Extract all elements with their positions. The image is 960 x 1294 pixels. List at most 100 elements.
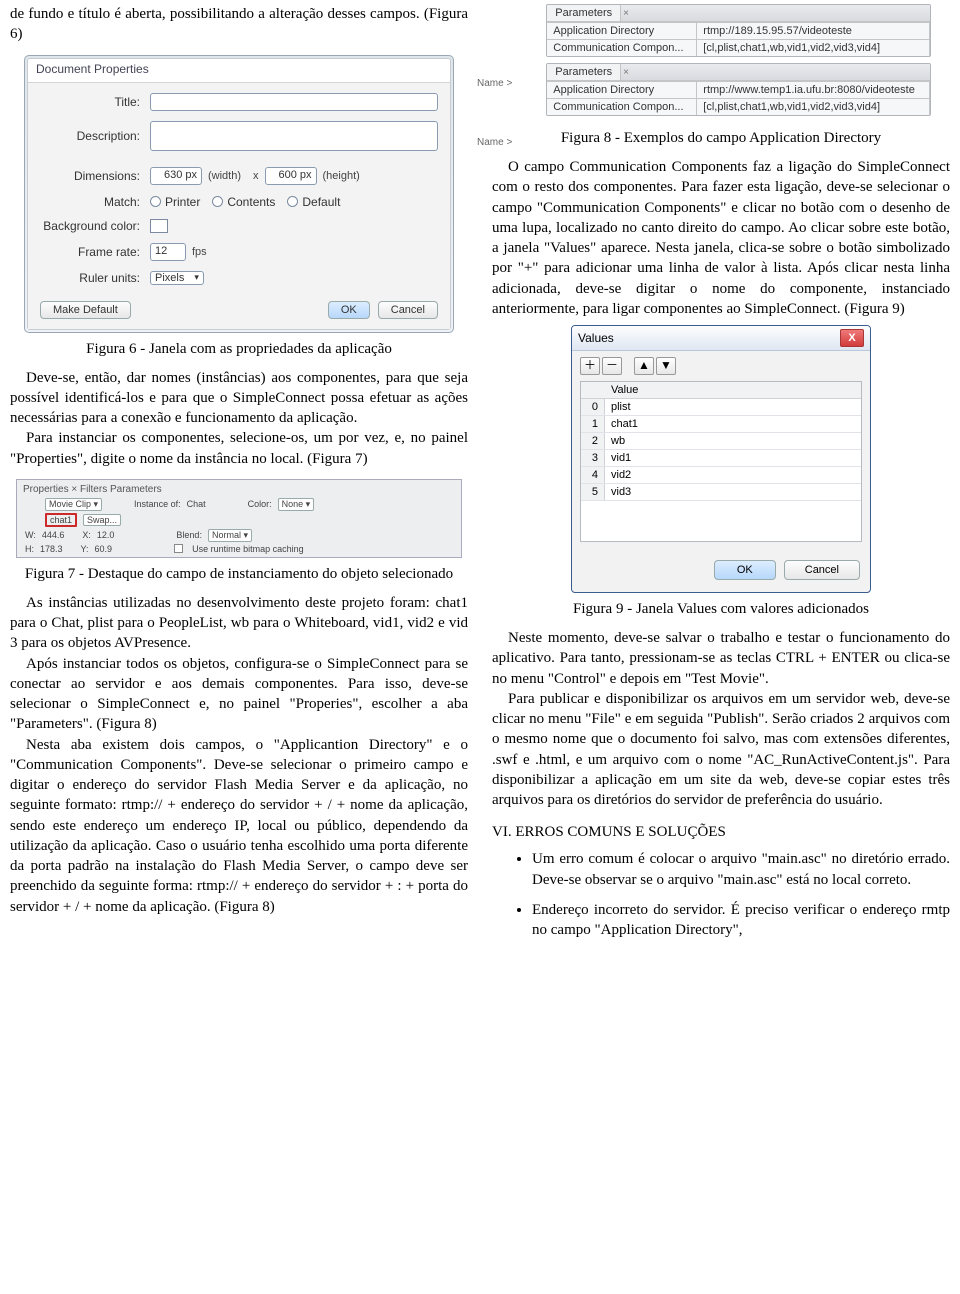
remove-button[interactable]: － [602, 357, 622, 375]
label-title: Title: [40, 95, 150, 109]
value-row: 2wb [581, 433, 861, 450]
fig7-tabs: Properties × Filters Parameters [19, 482, 459, 497]
h-label: H: [25, 544, 34, 554]
figure-8-caption: Figura 8 - Exemplos do campo Application… [492, 130, 950, 147]
value-cell[interactable]: vid3 [605, 484, 637, 500]
value-cell[interactable]: wb [605, 433, 631, 449]
value-cell[interactable]: plist [605, 399, 637, 415]
width-input[interactable]: 630 px [150, 167, 202, 185]
y-label: Y: [81, 544, 89, 554]
section-vi-title: VI. ERROS COMUNS E SOLUÇÕES [492, 824, 950, 841]
blend-combo[interactable]: Normal ▾ [208, 529, 252, 542]
close-icon[interactable]: × [623, 67, 629, 78]
value-cell[interactable]: vid1 [605, 450, 637, 466]
close-button[interactable]: X [840, 329, 864, 347]
ok-button[interactable]: OK [714, 560, 776, 580]
label-description: Description: [40, 129, 150, 143]
cache-checkbox[interactable] [174, 544, 183, 553]
instance-of-label: Instance of: [134, 499, 181, 509]
chevron-down-icon: ▾ [194, 272, 199, 283]
paragraph-appdir: Nesta aba existem dois campos, o "Applic… [10, 735, 468, 917]
label-framerate: Frame rate: [40, 245, 150, 259]
title-input[interactable] [150, 93, 438, 111]
value-row: 4vid2 [581, 467, 861, 484]
label-ruler: Ruler units: [40, 271, 150, 285]
paragraph-publish: Para publicar e disponibilizar os arquiv… [492, 689, 950, 811]
row-prefix-b: Name > [477, 137, 512, 148]
figure-8-parameters: Name > Parameters× Application Directory… [511, 4, 931, 122]
comm-value-b[interactable]: [cl,plist,chat1,wb,vid1,vid2,vid3,vid4] [697, 98, 930, 115]
figure-9-caption: Figura 9 - Janela Values com valores adi… [492, 601, 950, 618]
paragraph-components-b: Para instanciar os componentes, selecion… [10, 428, 468, 469]
x-label: X: [82, 530, 91, 540]
height-hint: (height) [323, 170, 360, 182]
close-icon[interactable]: × [623, 8, 629, 19]
bullet-endereco: Endereço incorreto do servidor. É precis… [532, 900, 950, 941]
blend-label: Blend: [176, 530, 202, 540]
description-input[interactable] [150, 121, 438, 151]
cache-label: Use runtime bitmap caching [192, 544, 304, 554]
paragraph-components-a: Deve-se, então, dar nomes (instâncias) a… [10, 368, 468, 429]
appdir-label-a: Application Directory [547, 22, 697, 39]
comm-label-b: Communication Compon... [547, 98, 697, 115]
dialog-title: Document Properties [28, 59, 450, 82]
ok-button[interactable]: OK [328, 301, 370, 319]
add-button[interactable]: ＋ [580, 357, 600, 375]
fps-label: fps [192, 246, 207, 258]
color-label: Color: [248, 499, 272, 509]
values-title: Values [578, 331, 614, 345]
paragraph-test-movie: Neste momento, deve-se salvar o trabalho… [492, 628, 950, 689]
cancel-button[interactable]: Cancel [784, 560, 860, 580]
y-value: 60.9 [95, 544, 113, 554]
radio-default[interactable]: Default [287, 195, 340, 209]
height-input[interactable]: 600 px [265, 167, 317, 185]
bullet-main-asc: Um erro comum é colocar o arquivo "main.… [532, 849, 950, 890]
label-match: Match: [40, 195, 150, 209]
framerate-input[interactable]: 12 [150, 243, 186, 261]
figure-6-caption: Figura 6 - Janela com as propriedades da… [10, 341, 468, 358]
value-cell[interactable]: vid2 [605, 467, 637, 483]
figure-7-caption: Figura 7 - Destaque do campo de instanci… [10, 566, 468, 583]
instance-name-input[interactable]: chat1 [45, 513, 77, 527]
value-row: 3vid1 [581, 450, 861, 467]
h-value: 178.3 [40, 544, 63, 554]
paragraph-comm-components: O campo Communication Components faz a l… [492, 157, 950, 319]
tab-parameters-a[interactable]: Parameters [547, 5, 621, 21]
tab-parameters-b[interactable]: Parameters [547, 64, 621, 80]
cancel-button[interactable]: Cancel [378, 301, 438, 319]
appdir-value-b[interactable]: rtmp://www.temp1.ia.ufu.br:8080/videotes… [697, 81, 930, 98]
paragraph-instances: As instâncias utilizadas no desenvolvime… [10, 593, 468, 654]
chat-label: Chat [187, 499, 206, 509]
figure-6-document-properties: Document Properties Title: Description: … [24, 55, 454, 333]
values-grid: Value 0plist 1chat1 2wb 3vid1 4vid2 5vid… [580, 381, 862, 542]
x-sep: x [253, 170, 259, 182]
bgcolor-swatch[interactable] [150, 219, 168, 233]
row-prefix-a: Name > [477, 78, 512, 89]
movieclip-combo[interactable]: Movie Clip ▾ [45, 498, 102, 511]
figure-9-values-window: Values X ＋ － ▲ ▼ Value 0plist 1chat1 [571, 325, 871, 593]
ruler-combo[interactable]: Pixels▾ [150, 271, 204, 285]
make-default-button[interactable]: Make Default [40, 301, 131, 319]
value-row: 5vid3 [581, 484, 861, 501]
radio-printer[interactable]: Printer [150, 195, 200, 209]
figure-7-properties-panel: Properties × Filters Parameters Movie Cl… [16, 479, 462, 558]
value-row: 1chat1 [581, 416, 861, 433]
appdir-label-b: Application Directory [547, 81, 697, 98]
intro-text: de fundo e título é aberta, possibilitan… [10, 4, 468, 45]
value-row: 0plist [581, 399, 861, 416]
value-header: Value [581, 382, 861, 399]
color-combo[interactable]: None ▾ [278, 498, 315, 511]
radio-contents[interactable]: Contents [212, 195, 275, 209]
x-value: 12.0 [97, 530, 115, 540]
swap-button[interactable]: Swap... [83, 514, 121, 526]
paragraph-config-sc: Após instanciar todos os objetos, config… [10, 654, 468, 735]
label-dimensions: Dimensions: [40, 169, 150, 183]
move-down-button[interactable]: ▼ [656, 357, 676, 375]
width-hint: (width) [208, 170, 241, 182]
appdir-value-a[interactable]: rtmp://189.15.95.57/videoteste [697, 22, 930, 39]
value-cell[interactable]: chat1 [605, 416, 644, 432]
comm-label-a: Communication Compon... [547, 39, 697, 56]
move-up-button[interactable]: ▲ [634, 357, 654, 375]
w-value: 444.6 [42, 530, 65, 540]
comm-value-a[interactable]: [cl,plist,chat1,wb,vid1,vid2,vid3,vid4] [697, 39, 930, 56]
